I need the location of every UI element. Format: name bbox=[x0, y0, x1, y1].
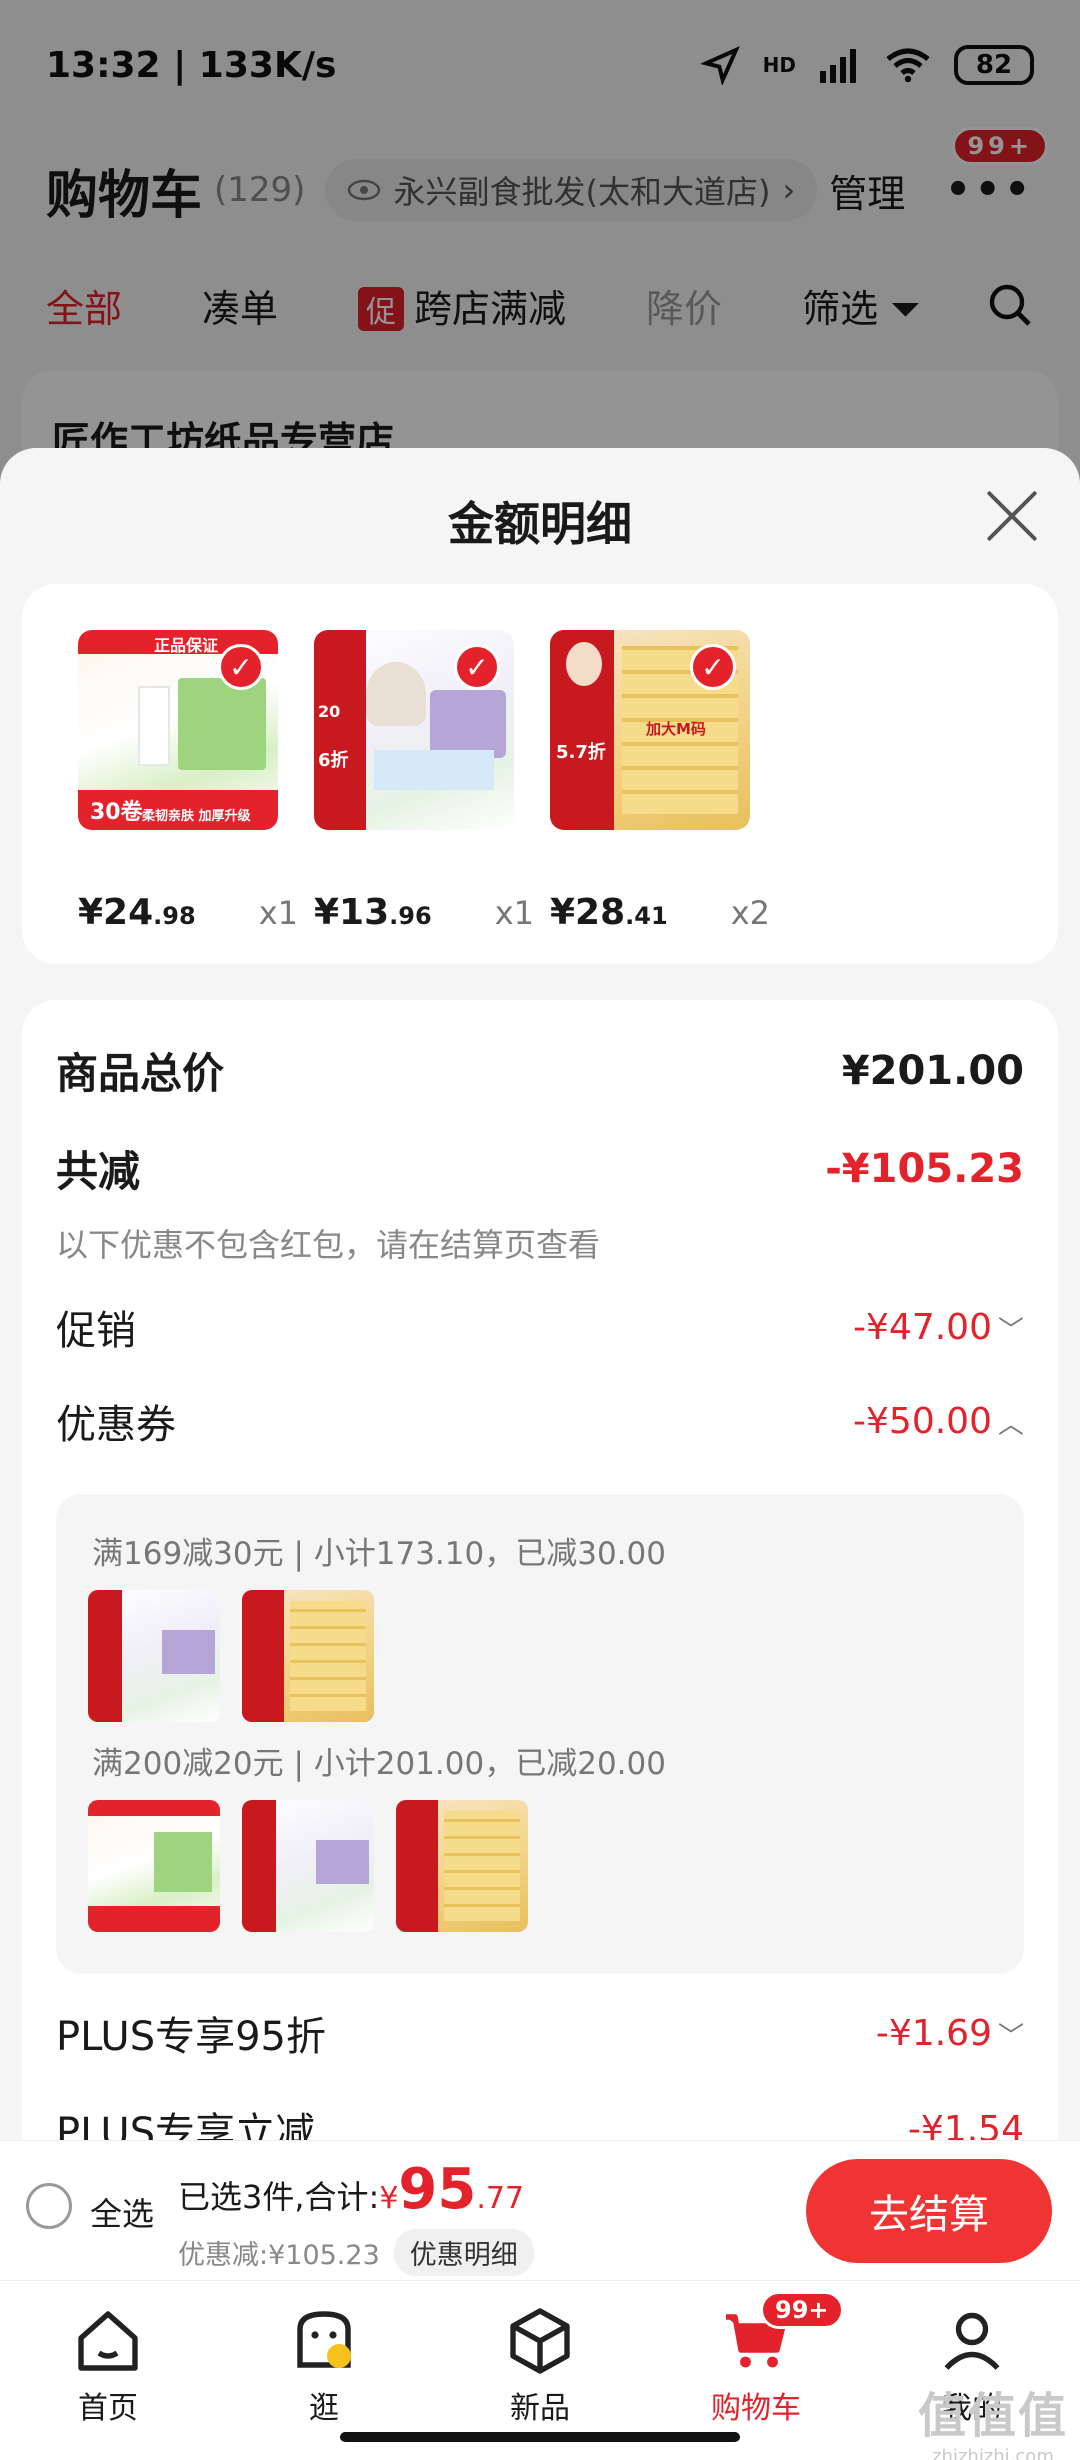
coupon-product-thumb bbox=[242, 1590, 374, 1722]
product-image-title: 加大M码 bbox=[646, 720, 706, 738]
select-all-label[interactable]: 全选 bbox=[90, 2189, 154, 2235]
home-icon bbox=[72, 2305, 144, 2377]
product-image-badge: 30卷 bbox=[90, 800, 143, 825]
home-indicator[interactable] bbox=[340, 2432, 740, 2442]
summary-currency: ¥ bbox=[379, 2181, 399, 2216]
nav-cart-label: 购物车 bbox=[711, 2391, 801, 2426]
coupon-product-thumb bbox=[396, 1800, 528, 1932]
amount-detail-sheet: 金额明细 正品保证 30卷 柔韧亲肤 加厚升级 ✓ ¥24.98 x1 20 6… bbox=[0, 448, 1080, 2148]
profile-icon bbox=[936, 2305, 1008, 2377]
total-row: 商品总价 ¥201.00 bbox=[56, 1040, 1024, 1101]
product-image: 正品保证 30卷 柔韧亲肤 加厚升级 ✓ bbox=[78, 630, 278, 830]
browse-mascot-icon bbox=[288, 2305, 360, 2377]
product-price: ¥24.98 bbox=[78, 892, 196, 933]
product-price-row: ¥24.98 x1 bbox=[78, 892, 298, 933]
chevron-down-icon: ﹀ bbox=[997, 2021, 1024, 2052]
close-icon[interactable] bbox=[984, 488, 1040, 544]
cube-icon bbox=[504, 2305, 576, 2377]
product-image-title: 20 bbox=[318, 702, 341, 721]
watermark: 值值值 zhizhizhi.com bbox=[918, 2376, 1068, 2460]
reduce-label: 共减 bbox=[56, 1147, 141, 1196]
coupon-product-thumb bbox=[88, 1590, 220, 1722]
checked-icon[interactable]: ✓ bbox=[690, 644, 736, 690]
reduce-row: 共减 -¥105.23 bbox=[56, 1138, 1024, 1199]
product-item[interactable]: 20 6折 ✓ ¥13.96 x1 bbox=[314, 630, 534, 933]
plus95-label: PLUS专享95折 bbox=[56, 2014, 326, 2060]
coupon-product-thumb bbox=[242, 1800, 374, 1932]
selection-summary: 已选3件,合计:¥95.77 bbox=[178, 2157, 524, 2222]
summary-cents: .77 bbox=[476, 2181, 525, 2216]
nav-new[interactable]: 新品 bbox=[470, 2305, 610, 2427]
promo-row[interactable]: 促销 -¥47.00 ﹀ bbox=[56, 1298, 1024, 1356]
coupon-row[interactable]: 优惠券 -¥50.00 ︿ bbox=[56, 1392, 1024, 1450]
cart-badge: 99+ bbox=[760, 2291, 844, 2329]
product-item[interactable]: 加大M码 5.7折 ✓ ¥28.41 x2 bbox=[550, 630, 770, 933]
coupon-value: -¥50.00 bbox=[853, 1400, 992, 1442]
reduce-value: -¥105.23 bbox=[825, 1145, 1024, 1192]
coupon-label: 优惠券 bbox=[56, 1402, 176, 1448]
product-image-title: 正品保证 bbox=[154, 636, 219, 655]
checked-icon[interactable]: ✓ bbox=[218, 644, 264, 690]
checked-icon[interactable]: ✓ bbox=[454, 644, 500, 690]
product-qty: x2 bbox=[730, 894, 770, 932]
product-price-row: ¥28.41 x2 bbox=[550, 892, 770, 933]
product-item[interactable]: 正品保证 30卷 柔韧亲肤 加厚升级 ✓ ¥24.98 x1 bbox=[78, 630, 298, 933]
discount-note: 以下优惠不包含红包，请在结算页查看 bbox=[56, 1226, 601, 1264]
sheet-title: 金额明细 bbox=[448, 497, 632, 551]
product-image-tagline: 柔韧亲肤 加厚升级 bbox=[142, 809, 251, 824]
nav-browse-label: 逛 bbox=[309, 2391, 339, 2426]
product-image: 加大M码 5.7折 ✓ bbox=[550, 630, 750, 830]
product-qty: x1 bbox=[258, 894, 298, 932]
summary-prefix: 已选3件,合计: bbox=[178, 2178, 380, 2216]
product-image: 20 6折 ✓ bbox=[314, 630, 514, 830]
select-all-radio[interactable] bbox=[26, 2183, 72, 2229]
product-price-row: ¥13.96 x1 bbox=[314, 892, 534, 933]
promo-value: -¥47.00 bbox=[853, 1306, 992, 1348]
plus95-value: -¥1.69 bbox=[875, 2012, 992, 2054]
amount-breakdown: 商品总价 ¥201.00 共减 -¥105.23 以下优惠不包含红包，请在结算页… bbox=[22, 1000, 1058, 2148]
nav-home[interactable]: 首页 bbox=[38, 2305, 178, 2427]
product-image-badge: 6折 bbox=[318, 750, 349, 771]
product-price-dec: .98 bbox=[153, 902, 196, 930]
nav-home-label: 首页 bbox=[78, 2391, 138, 2426]
nav-browse[interactable]: 逛 bbox=[254, 2305, 394, 2427]
total-value: ¥201.00 bbox=[841, 1047, 1024, 1094]
chevron-up-icon: ︿ bbox=[997, 1409, 1024, 1440]
total-label: 商品总价 bbox=[56, 1049, 225, 1098]
checkout-bar: 全选 已选3件,合计:¥95.77 优惠减:¥105.23 优惠明细 去结算 bbox=[0, 2140, 1080, 2280]
discount-detail-button[interactable]: 优惠明细 bbox=[393, 2229, 534, 2276]
product-price: ¥28.41 bbox=[550, 892, 668, 933]
summary-amount: 95 bbox=[398, 2157, 477, 2222]
product-price-dec: .96 bbox=[389, 902, 432, 930]
discount-total: 优惠减:¥105.23 bbox=[178, 2240, 380, 2271]
watermark-text: 值值值 bbox=[917, 2388, 1068, 2444]
nav-new-label: 新品 bbox=[510, 2391, 570, 2426]
product-price-int: ¥28 bbox=[550, 892, 626, 933]
chevron-down-icon: ﹀ bbox=[997, 1315, 1024, 1346]
product-qty: x1 bbox=[494, 894, 534, 932]
checkout-button[interactable]: 去结算 bbox=[806, 2159, 1052, 2263]
cart-icon: 99+ bbox=[720, 2291, 844, 2377]
coupon-details: 满169减30元 | 小计173.10，已减30.00 满200减20元 | 小… bbox=[56, 1494, 1024, 1974]
plus95-row[interactable]: PLUS专享95折 -¥1.69 ﹀ bbox=[56, 2004, 1024, 2062]
product-price-int: ¥24 bbox=[78, 892, 154, 933]
coupon-line: 满200减20元 | 小计201.00，已减20.00 bbox=[92, 1746, 666, 1782]
coupon-product-thumb bbox=[88, 1800, 220, 1932]
product-price-dec: .41 bbox=[625, 902, 668, 930]
nav-cart[interactable]: 99+ 购物车 bbox=[686, 2291, 844, 2427]
watermark-url: zhizhizhi.com bbox=[932, 2446, 1054, 2460]
product-price-int: ¥13 bbox=[314, 892, 390, 933]
discount-line: 优惠减:¥105.23 优惠明细 bbox=[178, 2229, 534, 2276]
product-image-badge: 5.7折 bbox=[556, 742, 606, 763]
selected-products: 正品保证 30卷 柔韧亲肤 加厚升级 ✓ ¥24.98 x1 20 6折 ✓ ¥… bbox=[22, 584, 1058, 964]
promo-label: 促销 bbox=[56, 1308, 136, 1354]
coupon-line: 满169减30元 | 小计173.10，已减30.00 bbox=[92, 1536, 666, 1572]
product-price: ¥13.96 bbox=[314, 892, 432, 933]
